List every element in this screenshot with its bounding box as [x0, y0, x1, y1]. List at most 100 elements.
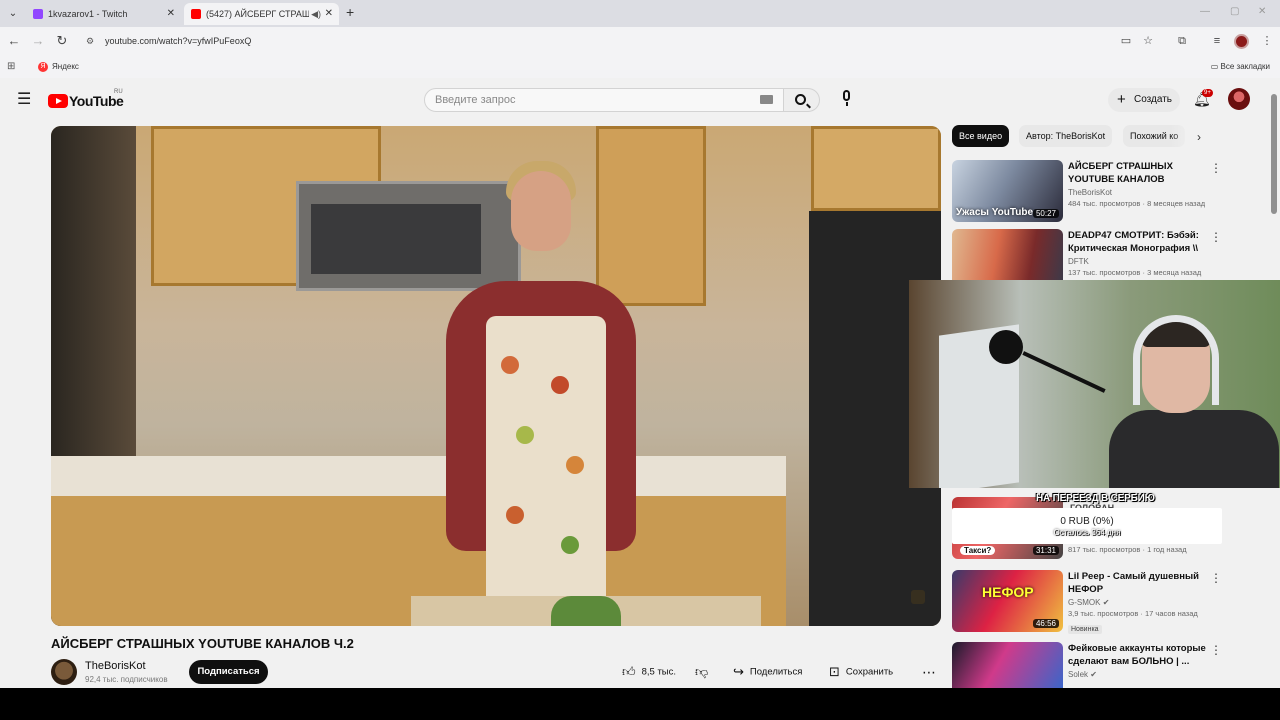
- site-info-icon[interactable]: ⚙: [86, 30, 94, 53]
- youtube-logo[interactable]: YouTube RU: [48, 89, 124, 110]
- thumbs-down-icon: 👎︎: [695, 664, 709, 679]
- back-icon[interactable]: ←: [6, 33, 22, 49]
- save-button[interactable]: ⊡ Сохранить: [829, 660, 893, 684]
- new-badge: Новинка: [1068, 625, 1102, 634]
- rec-channel[interactable]: DFTK: [1068, 257, 1208, 266]
- thumbnail-caption: Такси?: [960, 546, 996, 555]
- region-code: RU: [114, 89, 123, 95]
- more-options-icon[interactable]: ⋮: [1210, 231, 1222, 243]
- tab-title: 1kvazarov1 - Twitch: [48, 9, 128, 19]
- keyboard-icon[interactable]: [760, 95, 773, 104]
- all-bookmarks-label: Все закладки: [1220, 62, 1270, 71]
- donation-remaining: Осталось 364 дня: [1053, 528, 1121, 537]
- rec-channel[interactable]: G-SMOK ✔: [1068, 598, 1208, 607]
- duration-badge: 50:27: [1032, 209, 1059, 218]
- share-label: Поделиться: [749, 666, 803, 678]
- video-thumbnail[interactable]: НЕФОР 46:56: [952, 570, 1063, 632]
- rec-title[interactable]: DEADP47 СМОТРИТ: Бэбэй: Критическая Моно…: [1068, 229, 1208, 255]
- channel-name[interactable]: TheBorisKot: [85, 660, 146, 672]
- rec-meta: 3,9 тыс. просмотров · 17 часов назад: [1068, 609, 1198, 618]
- rec-title[interactable]: Lil Peep - Самый душевный НЕФОР: [1068, 570, 1208, 596]
- browser-profile-avatar[interactable]: [1234, 34, 1249, 49]
- more-options-icon[interactable]: ⋮: [1210, 162, 1222, 174]
- rec-title[interactable]: Фейковые аккаунты которые сделают вам БО…: [1068, 642, 1208, 668]
- youtube-favicon-icon: [191, 9, 201, 19]
- url-text: youtube.com/watch?v=yfwIPuFeoxQ: [105, 36, 252, 46]
- rec-channel[interactable]: Solek ✔: [1068, 670, 1208, 679]
- create-button[interactable]: + Создать: [1108, 88, 1180, 112]
- channel-watermark-icon[interactable]: [911, 590, 925, 604]
- account-avatar[interactable]: [1228, 88, 1250, 110]
- channel-avatar[interactable]: [51, 659, 77, 685]
- screen: ⌄ 1kvazarov1 - Twitch ✕ (5427) АЙСБЕРГ С…: [0, 0, 1280, 688]
- new-tab-button[interactable]: +: [346, 4, 354, 20]
- tab-close-icon[interactable]: ✕: [325, 3, 333, 25]
- folder-icon: ▭: [1210, 62, 1221, 71]
- tab-close-icon[interactable]: ✕: [167, 3, 175, 25]
- list-item[interactable]: НЕФОР 46:56 Lil Peep - Самый душевный НЕ…: [952, 570, 1222, 634]
- search-icon: [795, 94, 806, 105]
- youtube-header: ☰ YouTube RU Введите запрос + Создать 🔔︎ …: [0, 80, 1280, 120]
- dislike-button[interactable]: 👎︎: [695, 660, 714, 684]
- tab-search-icon[interactable]: ⌄: [4, 5, 22, 23]
- close-window-icon[interactable]: ✕: [1258, 6, 1266, 17]
- plus-icon: +: [1117, 91, 1126, 108]
- twitch-favicon-icon: [33, 9, 43, 19]
- chevron-right-icon[interactable]: ›: [1197, 130, 1201, 144]
- headphones-icon: [1133, 315, 1219, 405]
- minimize-icon[interactable]: —: [1200, 6, 1210, 17]
- search-input[interactable]: Введите запрос: [424, 88, 784, 112]
- more-options-icon[interactable]: ⋮: [1210, 644, 1222, 656]
- speaker-icon[interactable]: ◀): [311, 3, 321, 25]
- video-player[interactable]: [51, 126, 941, 626]
- menu-icon[interactable]: ☰: [17, 92, 31, 108]
- cast-icon[interactable]: ▭: [1119, 34, 1133, 48]
- menu-dots-icon[interactable]: ⋮: [1260, 34, 1274, 48]
- yandex-icon: Я: [38, 62, 48, 72]
- apps-grid-icon[interactable]: ⊞: [7, 61, 15, 72]
- donation-amount: 0 RUB (0%): [1060, 516, 1114, 527]
- search-button[interactable]: [784, 88, 820, 112]
- voice-search-icon[interactable]: [838, 90, 856, 108]
- rec-channel[interactable]: TheBorisKot: [1068, 188, 1208, 197]
- more-options-icon[interactable]: ⋮: [1210, 572, 1222, 584]
- more-actions-icon[interactable]: ⋯: [922, 660, 936, 684]
- streamer-webcam-overlay: [909, 280, 1280, 488]
- thumbs-up-icon: 👍︎: [622, 664, 636, 679]
- duration-badge: 31:31: [1032, 546, 1059, 555]
- share-icon: ↪: [733, 664, 744, 679]
- tab-youtube[interactable]: (5427) АЙСБЕРГ СТРАШНЫХ ◀) ✕: [184, 3, 339, 25]
- bookmark-star-icon[interactable]: ☆: [1141, 34, 1155, 48]
- share-button[interactable]: ↪ Поделиться: [733, 660, 802, 684]
- notifications-badge: 9+: [1202, 89, 1213, 97]
- logo-text: YouTube: [69, 92, 124, 109]
- media-control-icon[interactable]: ≡: [1210, 34, 1224, 48]
- maximize-icon[interactable]: ▢: [1230, 6, 1239, 17]
- verified-icon: ✔: [1090, 670, 1097, 679]
- all-bookmarks[interactable]: ▭ Все закладки: [1211, 62, 1270, 71]
- taskbar: [0, 688, 1280, 720]
- save-playlist-icon: ⊡: [829, 664, 840, 679]
- reload-icon[interactable]: ↻: [54, 33, 70, 49]
- video-thumbnail[interactable]: [952, 642, 1063, 688]
- like-button[interactable]: 👍︎ 8,5 тыс.: [622, 660, 676, 684]
- bookmark-yandex[interactable]: Я Яндекс: [38, 62, 79, 72]
- address-bar[interactable]: ⚙ youtube.com/watch?v=yfwIPuFeoxQ: [80, 30, 1170, 53]
- tab-twitch[interactable]: 1kvazarov1 - Twitch ✕: [26, 3, 181, 25]
- rec-title[interactable]: АЙСБЕРГ СТРАШНЫХ YOUTUBE КАНАЛОВ: [1068, 160, 1208, 186]
- video-thumbnail[interactable]: Ужасы YouTube 50:27: [952, 160, 1063, 222]
- verified-icon: ✔: [1102, 598, 1110, 607]
- list-item[interactable]: Ужасы YouTube 50:27 АЙСБЕРГ СТРАШНЫХ YOU…: [952, 160, 1222, 224]
- list-item[interactable]: Фейковые аккаунты которые сделают вам БО…: [952, 642, 1222, 688]
- forward-icon[interactable]: →: [30, 33, 46, 49]
- thumbnail-caption: Ужасы YouTube: [956, 207, 1034, 218]
- donation-progress-bar: 0 RUB (0%) Осталось 364 дня: [952, 508, 1222, 544]
- video-title: АЙСБЕРГ СТРАШНЫХ YOUTUBE КАНАЛОВ Ч.2: [51, 636, 354, 651]
- streamer: [1109, 315, 1279, 488]
- extensions-icon[interactable]: ⧉: [1175, 34, 1189, 48]
- chip-author[interactable]: Автор: TheBorisKot: [1019, 125, 1113, 147]
- browser-tabstrip: ⌄ 1kvazarov1 - Twitch ✕ (5427) АЙСБЕРГ С…: [0, 0, 1280, 27]
- subscribe-button[interactable]: Подписаться: [189, 660, 268, 684]
- chip-all[interactable]: Все видео: [952, 125, 1010, 147]
- duration-badge: 46:56: [1032, 619, 1059, 628]
